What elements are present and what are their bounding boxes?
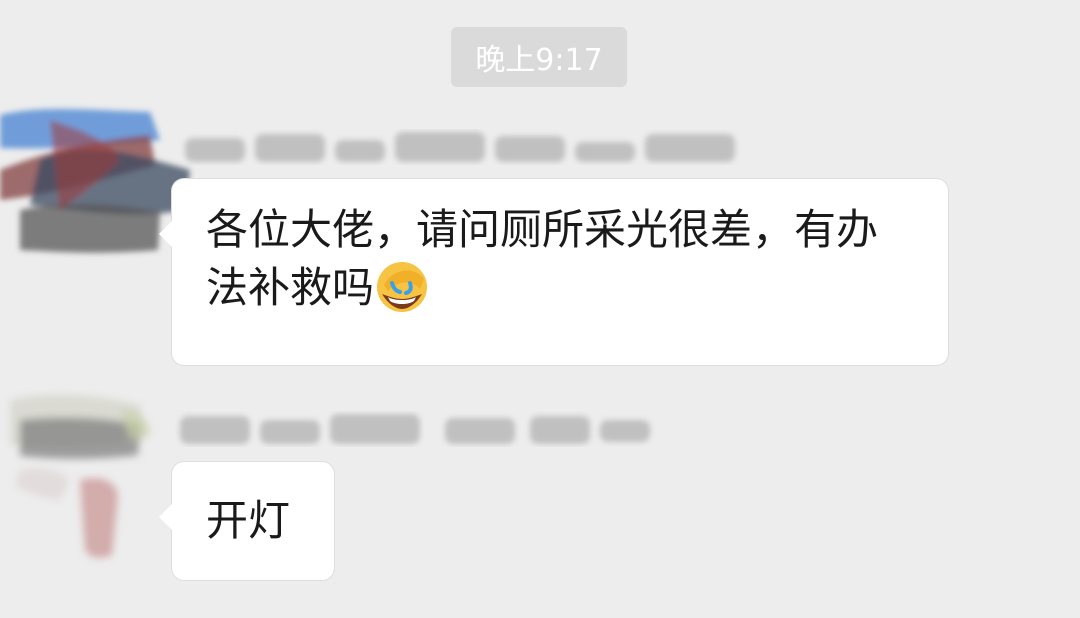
chat-message: 各位大佬，请问厕所采光很差，有办法补救吗: [0, 100, 1080, 370]
sender-name-blurred: [175, 400, 675, 460]
face-palm-emoji: [374, 259, 430, 315]
message-text: 各位大佬，请问厕所采光很差，有办法补救吗: [206, 205, 879, 312]
avatar-blurred[interactable]: [0, 380, 200, 570]
chat-timestamp: 晚上9:17: [451, 27, 627, 87]
message-bubble[interactable]: 各位大佬，请问厕所采光很差，有办法补救吗: [159, 179, 948, 365]
message-text: 开灯: [206, 496, 291, 545]
chat-message: 开灯: [0, 380, 1080, 600]
message-bubble[interactable]: 开灯: [159, 462, 334, 580]
sender-name-blurred: [175, 120, 755, 180]
